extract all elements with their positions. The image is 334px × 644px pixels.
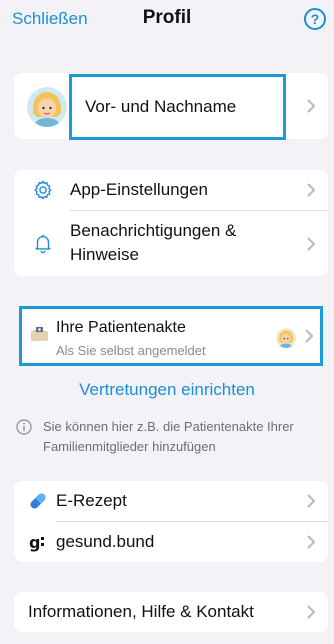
help-button[interactable]: ? — [304, 8, 326, 30]
page-title: Profil — [142, 7, 192, 28]
chevron-right-icon — [307, 237, 316, 251]
chevron-right-icon — [307, 99, 316, 113]
settings-item-label: App-Einstellungen — [70, 180, 208, 199]
chevron-right-icon — [307, 535, 316, 549]
nav-bar: Schließen Profil ? — [0, 0, 334, 40]
info-icon — [16, 419, 32, 435]
settings-item-app-settings[interactable]: App-Einstellungen — [14, 170, 328, 210]
settings-card: App-Einstellungen Benachrichtigungen & H… — [14, 170, 328, 276]
patient-record-subtitle: Als Sie selbst angemeldet — [56, 343, 206, 358]
question-mark-icon: ? — [310, 11, 320, 27]
name-highlight-box: Vor- und Nachname — [69, 74, 286, 140]
chevron-right-icon — [305, 329, 314, 343]
avatar — [276, 328, 296, 348]
chevron-right-icon — [307, 183, 316, 197]
gesund-bund-logo: g — [27, 531, 49, 553]
service-item-label: gesund.bund — [56, 532, 155, 551]
info-help-contact-item[interactable]: Informationen, Hilfe & Kontakt — [14, 592, 328, 632]
gear-icon — [32, 179, 54, 201]
profile-name: Vor- und Nachname — [85, 97, 237, 116]
patient-record-title: Ihre Patientenakte — [56, 319, 186, 336]
service-item-label: E-Rezept — [56, 491, 127, 510]
chevron-right-icon — [307, 494, 316, 508]
svg-text:g: g — [29, 533, 40, 552]
bell-icon — [32, 232, 54, 254]
services-card: E-Rezept g gesund.bund — [14, 481, 328, 562]
setup-representation-link[interactable]: Vertretungen einrichten — [0, 380, 334, 400]
service-item-gesund-bund[interactable]: g gesund.bund — [14, 522, 328, 562]
settings-item-label: Benachrichtigungen & — [70, 221, 237, 240]
settings-item-label: Hinweise — [70, 245, 139, 264]
folder-icon — [30, 326, 50, 342]
profile-card[interactable]: Vor- und Nachname — [14, 73, 328, 140]
info-note: Sie können hier z.B. die Patientenakte I… — [43, 419, 294, 454]
chevron-right-icon — [307, 605, 316, 619]
pill-icon — [27, 490, 49, 512]
info-help-contact-label: Informationen, Hilfe & Kontakt — [28, 602, 254, 621]
service-item-e-rezept[interactable]: E-Rezept — [14, 481, 328, 521]
patient-record-item[interactable]: Ihre Patientenakte Als Sie selbst angeme… — [19, 306, 323, 366]
settings-item-notifications[interactable]: Benachrichtigungen & Hinweise — [14, 211, 328, 276]
avatar — [27, 87, 67, 127]
